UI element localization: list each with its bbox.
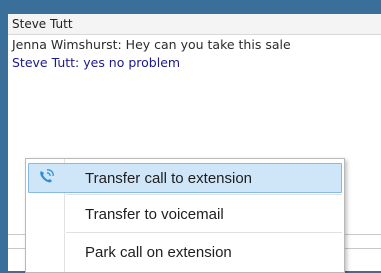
menu-item-park-call[interactable]: Park call on extension	[26, 235, 344, 271]
menu-item-label: Transfer to voicemail	[85, 206, 224, 223]
menu-separator	[66, 194, 342, 195]
app-frame: Steve Tutt Jenna Wimshurst: Hey can you …	[0, 0, 381, 273]
menu-item-label: Transfer call to extension	[85, 170, 253, 187]
context-menu: Transfer call to extension Transfer to v…	[25, 158, 345, 273]
chat-title: Steve Tutt	[12, 17, 73, 31]
menu-separator	[66, 232, 342, 233]
menu-item-transfer-to-extension[interactable]: Transfer call to extension	[26, 161, 344, 197]
chat-message: Jenna Wimshurst: Hey can you take this s…	[12, 37, 291, 52]
chat-title-bar: Steve Tutt	[8, 14, 381, 35]
chat-message-own: Steve Tutt: yes no problem	[12, 55, 181, 70]
menu-item-transfer-to-voicemail[interactable]: Transfer to voicemail	[26, 197, 344, 233]
menu-item-label: Park call on extension	[85, 244, 232, 261]
phone-transfer-icon	[37, 168, 55, 186]
